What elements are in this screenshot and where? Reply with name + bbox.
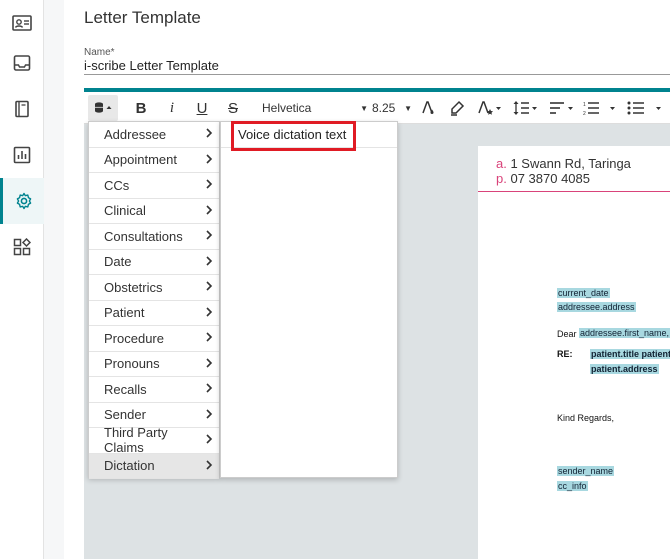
letter-address-line: a. 1 Swann Rd, Taringa [496,156,631,171]
menu-item-label: Pronouns [104,356,160,372]
chevron-right-icon [205,204,213,218]
menu-item-label: Dictation [104,458,155,474]
chevron-right-icon [205,153,213,167]
chevron-right-icon [205,280,213,294]
address-value: 1 Swann Rd, Taringa [510,156,631,171]
letterhead-divider [478,191,670,192]
chevron-right-icon [205,127,213,141]
bullet-list-icon[interactable] [626,95,666,121]
font-family-value: Helvetica [262,101,312,115]
inbox-icon[interactable] [0,40,44,86]
menu-item-label: Obstetrics [104,279,163,295]
menu-item-recalls[interactable]: Recalls [89,377,219,403]
menu-item-label: Recalls [104,381,147,397]
menu-item-label: Addressee [104,126,167,142]
text-style-icon[interactable] [475,95,505,121]
gear-icon[interactable] [0,178,44,224]
menu-item-label: CCs [104,177,130,193]
menu-item-date[interactable]: Date [89,250,219,275]
numbered-list-icon[interactable]: 12 [582,95,618,121]
editor-toolbar: B i U S Helvetica ▼ 8.25 ▼ 12 [84,92,670,124]
page-title: Letter Template [84,8,201,27]
menu-item-consultations[interactable]: Consultations [89,224,219,250]
merge-tag-sender-name[interactable]: sender_name [557,466,615,476]
menu-item-patient[interactable]: Patient [89,301,219,326]
chevron-right-icon [205,229,213,243]
merge-tag-first-name[interactable]: addressee.first_name, [579,328,670,338]
chevron-right-icon [205,357,213,371]
font-size-value: 8.25 [372,101,396,115]
underline-button[interactable]: U [193,95,211,121]
chevron-right-icon [205,331,213,345]
menu-item-ccs[interactable]: CCs [89,173,219,199]
strikethrough-button[interactable]: S [224,95,242,121]
menu-item-pronouns[interactable]: Pronouns [89,352,219,377]
merge-tag-current-date[interactable]: current_date [557,288,610,298]
chevron-right-icon [205,382,213,396]
sidebar [0,0,44,559]
menu-item-procedure[interactable]: Procedure [89,326,219,352]
address-label: a. [496,156,507,171]
letter-phone-line: p. 07 3870 4085 [496,171,590,186]
menu-item-addressee[interactable]: Addressee [89,122,219,148]
caret-down-icon: ▼ [360,103,368,113]
line-height-icon[interactable] [512,95,542,121]
merge-tag-addressee-address[interactable]: addressee.address [557,302,636,312]
font-family-select[interactable]: Helvetica ▼ [262,95,368,121]
italic-button[interactable]: i [163,95,181,121]
menu-item-clinical[interactable]: Clinical [89,199,219,224]
menu-item-label: Procedure [104,330,164,346]
merge-tag-patient-address[interactable]: patient.address [590,364,659,374]
dictation-submenu: Voice dictation text [220,121,398,478]
menu-item-appointment[interactable]: Appointment [89,148,219,173]
letter-kind-regards: Kind Regards, [557,413,615,423]
merge-tag-patient-title[interactable]: patient.title patient [590,349,670,359]
menu-item-third-party-claims[interactable]: Third Party Claims [89,425,219,456]
menu-item-label: Consultations [104,228,183,244]
chevron-up-icon [106,106,112,109]
name-field[interactable]: i-scribe Letter Template [84,58,670,75]
menu-item-label: Appointment [104,152,177,168]
menu-item-label: Sender [104,407,146,423]
chevron-right-icon [205,178,213,192]
highlighter-icon[interactable] [446,95,468,121]
phone-label: p. [496,171,507,186]
phone-value: 07 3870 4085 [510,171,590,186]
font-color-icon[interactable] [417,95,439,121]
align-icon[interactable] [548,95,578,121]
menu-item-label: Third Party Claims [104,425,168,456]
bold-button[interactable]: B [132,95,150,121]
merge-tag-cc-info[interactable]: cc_info [557,481,588,491]
letter-dear: Dear [557,329,577,339]
chevron-right-icon [205,255,213,269]
letter-re: RE: [557,349,573,359]
chevron-right-icon [205,433,213,447]
annotation-highlight-box [231,121,356,151]
svg-text:2: 2 [583,111,586,116]
menu-item-label: Date [104,254,132,270]
content-gutter [44,0,64,559]
name-field-label: Name* [84,47,115,58]
merge-field-menu: Addressee Appointment CCs Clinical Consultat… [88,121,220,479]
chart-icon[interactable] [0,132,44,178]
chevron-right-icon [205,459,213,473]
menu-item-label: Clinical [104,203,146,219]
book-icon[interactable] [0,86,44,132]
caret-down-icon: ▼ [404,103,412,113]
widgets-icon[interactable] [0,224,44,270]
font-size-select[interactable]: 8.25 ▼ [372,95,412,121]
menu-item-label: Patient [104,305,145,321]
menu-item-dictation[interactable]: Dictation [89,453,219,479]
chevron-right-icon [205,408,213,422]
menu-item-obstetrics[interactable]: Obstetrics [89,275,219,301]
menu-item-sender[interactable]: Sender [89,403,219,428]
chevron-right-icon [205,306,213,320]
merge-fields-button[interactable] [88,95,118,121]
svg-text:1: 1 [583,102,586,108]
letter-page[interactable]: a. 1 Swann Rd, Taringa p. 07 3870 4085 c… [478,146,670,559]
